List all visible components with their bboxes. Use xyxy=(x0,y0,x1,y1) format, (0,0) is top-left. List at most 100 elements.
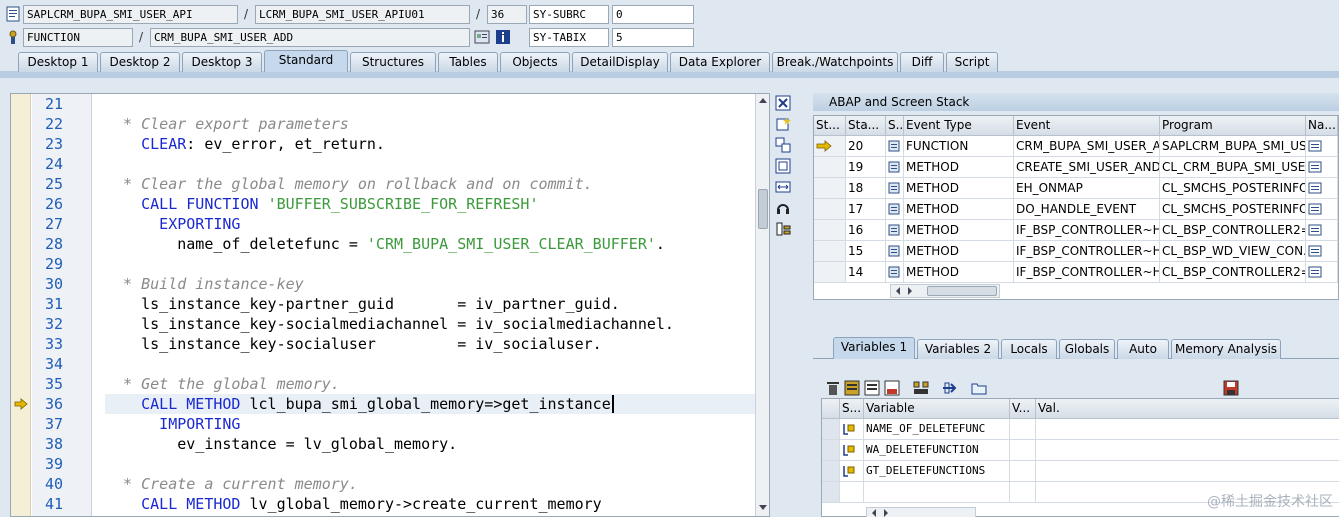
stack-cell[interactable]: METHOD xyxy=(904,220,1014,241)
code-line[interactable]: CALL METHOD lv_global_memory->create_cur… xyxy=(105,494,602,514)
sysfield-value-subrc[interactable]: 0 xyxy=(612,5,694,24)
var-column-header[interactable]: V... xyxy=(1010,399,1036,419)
stack-cell[interactable]: METHOD xyxy=(904,262,1014,283)
scroll-left-right-icon[interactable] xyxy=(893,285,915,297)
stack-cell[interactable]: SAPLCRM_BUPA_SMI_US... xyxy=(1160,136,1306,157)
tab-desktop-1[interactable]: Desktop 1 xyxy=(18,52,98,72)
stack-cell[interactable]: CL_SMCHS_POSTERINFO... xyxy=(1160,199,1306,220)
tab-tables[interactable]: Tables xyxy=(438,52,498,72)
display-source-icon[interactable] xyxy=(474,29,490,45)
var-cell[interactable] xyxy=(864,482,1010,503)
code-line[interactable]: * Clear the global memory on rollback an… xyxy=(105,174,593,194)
insert-row-icon[interactable] xyxy=(844,380,860,396)
close-icon[interactable] xyxy=(775,95,791,111)
stack-cell[interactable]: 18 xyxy=(846,178,886,199)
var-cell[interactable] xyxy=(1010,461,1036,482)
source-code-editor[interactable]: 21 22 * Clear export parameters 23 CLEAR: … xyxy=(10,93,770,517)
stack-cell[interactable] xyxy=(1306,199,1338,220)
tab-structures[interactable]: Structures xyxy=(350,52,436,72)
scroll-down-icon[interactable] xyxy=(758,504,768,512)
code-line[interactable]: name_of_deletefunc = 'CRM_BUPA_SMI_USER_… xyxy=(105,234,665,254)
append-row-icon[interactable] xyxy=(864,380,880,396)
clear-table-icon[interactable] xyxy=(884,380,900,396)
stack-cell[interactable] xyxy=(886,136,904,157)
code-line[interactable]: * Get the global memory. xyxy=(105,374,340,394)
tab-desktop-2[interactable]: Desktop 2 xyxy=(100,52,180,72)
tab-diff[interactable]: Diff xyxy=(900,52,944,72)
stack-column-header[interactable]: Na... xyxy=(1306,116,1338,136)
code-line[interactable]: EXPORTING xyxy=(105,214,240,234)
code-line[interactable]: ls_instance_key-socialuser = iv_socialus… xyxy=(105,334,602,354)
code-line[interactable]: * Clear export parameters xyxy=(105,114,349,134)
stack-column-header[interactable]: St... xyxy=(814,116,846,136)
stack-cell[interactable]: CRM_BUPA_SMI_USER_A... xyxy=(1014,136,1160,157)
stack-cell[interactable]: CL_BSP_CONTROLLER2=... xyxy=(1160,262,1306,283)
stack-cell[interactable] xyxy=(1306,136,1338,157)
program-field[interactable]: SAPLCRM_BUPA_SMI_USER_API xyxy=(23,5,238,24)
stack-cell[interactable]: EH_ONMAP xyxy=(1014,178,1160,199)
tab-script[interactable]: Script xyxy=(946,52,998,72)
new-tool-icon[interactable] xyxy=(775,116,791,132)
navigate-source-icon[interactable] xyxy=(1308,140,1322,152)
var-cell[interactable] xyxy=(1036,461,1339,482)
info-icon[interactable] xyxy=(495,29,511,45)
tab-desktop-3[interactable]: Desktop 3 xyxy=(182,52,262,72)
code-line[interactable]: CLEAR: ev_error, et_return. xyxy=(105,134,385,154)
stack-column-header[interactable]: Sta... xyxy=(846,116,886,136)
stack-cell[interactable]: 20 xyxy=(846,136,886,157)
stack-cell[interactable] xyxy=(886,157,904,178)
var-row-selector[interactable] xyxy=(822,461,840,482)
var-cell[interactable] xyxy=(1036,419,1339,440)
sysfield-label-subrc[interactable]: SY-SUBRC xyxy=(529,5,609,24)
stack-horizontal-scrollbar[interactable] xyxy=(890,284,1000,298)
settings-icon[interactable] xyxy=(775,221,791,237)
var-column-header[interactable]: S... xyxy=(840,399,864,419)
var-tab-variables-1[interactable]: Variables 1 xyxy=(833,337,915,359)
var-column-header[interactable]: Variable xyxy=(864,399,1010,419)
stack-cell[interactable]: CREATE_SMI_USER_AND... xyxy=(1014,157,1160,178)
navigate-source-icon[interactable] xyxy=(1308,182,1322,194)
event-type-field[interactable]: FUNCTION xyxy=(23,28,133,47)
code-line[interactable]: * Build instance-key xyxy=(105,274,304,294)
var-cell[interactable]: GT_DELETEFUNCTIONS xyxy=(864,461,1010,482)
folder-icon[interactable] xyxy=(971,380,987,396)
sysfield-value-tabix[interactable]: 5 xyxy=(612,28,694,47)
stack-cell[interactable]: DO_HANDLE_EVENT xyxy=(1014,199,1160,220)
line-field[interactable]: 36 xyxy=(487,5,527,24)
stack-column-header[interactable]: Event xyxy=(1014,116,1160,136)
code-line[interactable]: IMPORTING xyxy=(105,414,240,434)
var-tab-auto[interactable]: Auto xyxy=(1117,339,1169,359)
code-line[interactable]: * Create a current memory. xyxy=(105,474,358,494)
stack-column-header[interactable]: S... xyxy=(886,116,904,136)
stack-cell[interactable] xyxy=(886,220,904,241)
var-row-selector[interactable] xyxy=(822,440,840,461)
stack-cell[interactable]: 16 xyxy=(846,220,886,241)
transfer-icon[interactable] xyxy=(941,380,957,396)
stack-cell[interactable]: METHOD xyxy=(904,157,1014,178)
var-cell[interactable] xyxy=(1010,419,1036,440)
code-line[interactable]: CALL METHOD lcl_bupa_smi_global_memory=>… xyxy=(105,394,614,414)
stack-cell[interactable]: 15 xyxy=(846,241,886,262)
code-line[interactable]: ls_instance_key-partner_guid = iv_partne… xyxy=(105,294,620,314)
stack-cell[interactable] xyxy=(886,241,904,262)
tab-standard[interactable]: Standard xyxy=(264,50,348,72)
tab-break-watchpoints[interactable]: Break./Watchpoints xyxy=(772,52,898,72)
stack-cell[interactable] xyxy=(1306,241,1338,262)
navigate-source-icon[interactable] xyxy=(1308,245,1322,257)
var-tab-locals[interactable]: Locals xyxy=(1001,339,1057,359)
navigate-source-icon[interactable] xyxy=(1308,161,1322,173)
var-cell[interactable]: WA_DELETEFUNCTION xyxy=(864,440,1010,461)
include-field[interactable]: LCRM_BUPA_SMI_USER_APIU01 xyxy=(255,5,470,24)
scroll-up-icon[interactable] xyxy=(758,96,768,104)
stack-cell[interactable] xyxy=(1306,178,1338,199)
stack-cell[interactable] xyxy=(1306,220,1338,241)
var-cell[interactable] xyxy=(840,482,864,503)
stack-cell[interactable] xyxy=(1306,262,1338,283)
stack-cell[interactable] xyxy=(886,178,904,199)
stack-cell[interactable]: CL_SMCHS_POSTERINFO... xyxy=(1160,178,1306,199)
services-icon[interactable] xyxy=(775,200,791,216)
stack-column-header[interactable]: Program xyxy=(1160,116,1306,136)
expand-width-icon[interactable] xyxy=(775,179,791,195)
var-cell[interactable] xyxy=(1010,482,1036,503)
sysfield-label-tabix[interactable]: SY-TABIX xyxy=(529,28,609,47)
